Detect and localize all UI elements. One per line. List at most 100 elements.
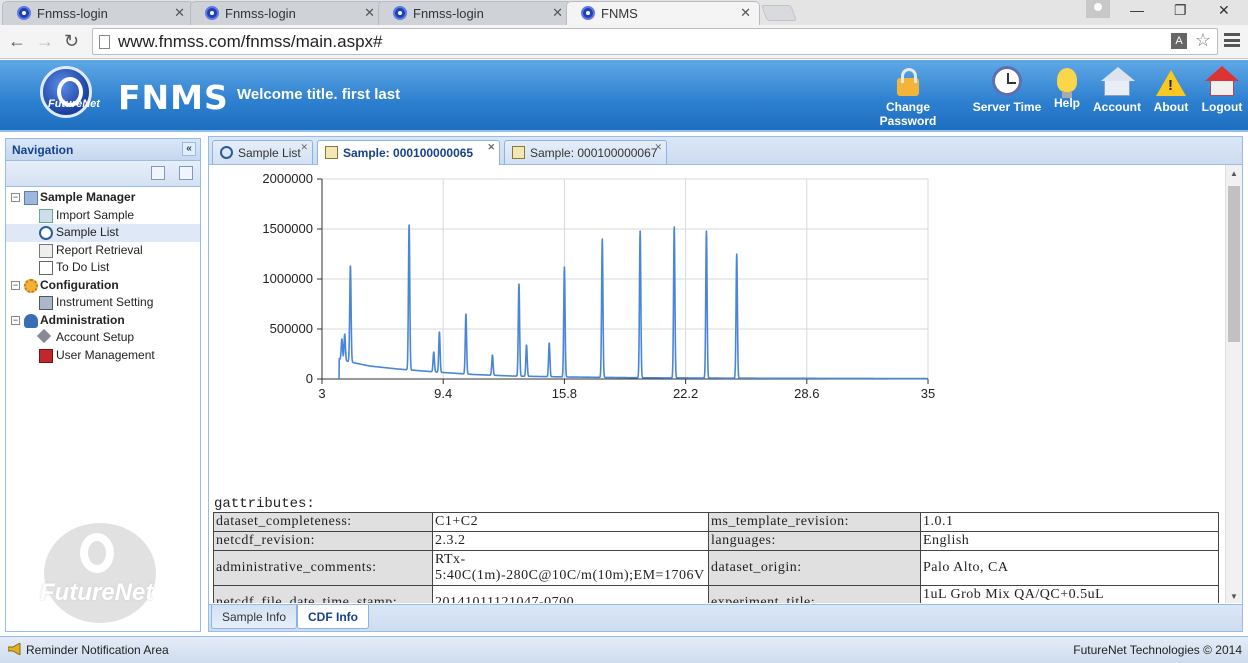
- expand-all-icon[interactable]: [151, 166, 165, 180]
- clock-icon: [220, 146, 233, 159]
- account-button[interactable]: Account: [1092, 66, 1142, 114]
- fnms-favicon-icon: [17, 6, 31, 20]
- attribute-value: English: [920, 531, 1219, 551]
- forward-icon[interactable]: →: [36, 31, 54, 52]
- url-input[interactable]: www.fnmss.com/fnmss/main.aspx# A ☆: [92, 28, 1218, 55]
- chromatogram-peak-point: [491, 354, 494, 356]
- browser-tab-2[interactable]: Fnmss-login ✕: [190, 1, 384, 25]
- browser-tab-1[interactable]: Fnmss-login ✕: [2, 1, 194, 25]
- chromatogram-peak-point: [525, 344, 528, 346]
- attribute-row: netcdf_revision: 2.3.2 languages: English: [213, 531, 1219, 551]
- close-tab-icon[interactable]: ✕: [654, 142, 662, 153]
- close-tab-icon[interactable]: ✕: [300, 142, 308, 153]
- fnms-favicon-icon: [205, 6, 219, 20]
- collapse-node-icon[interactable]: −: [11, 280, 20, 290]
- new-tab-button[interactable]: [761, 5, 797, 21]
- collapse-node-icon[interactable]: −: [11, 315, 20, 325]
- close-tab-icon[interactable]: ✕: [487, 142, 495, 153]
- futurenet-watermark-logo: FutureNet: [36, 519, 176, 629]
- cdf-info-body: 3 9.4 15.8 22.2 28.6 35 0 500000 1000000 1500000 2…: [209, 165, 1242, 603]
- chromatogram-peak-point: [518, 283, 520, 285]
- chromatogram-peak-point: [465, 313, 467, 315]
- report-icon: [39, 243, 53, 258]
- chromatogram-peak-point: [735, 253, 738, 255]
- logout-button[interactable]: Logout: [1199, 66, 1245, 114]
- navigation-header: Navigation «: [6, 139, 200, 161]
- cdf-attributes-table: dataset_completeness: C1+C2 ms_template_re…: [213, 512, 1219, 603]
- address-bar-row: ← → ↻ www.fnmss.com/fnmss/main.aspx# A ☆: [0, 25, 1248, 59]
- help-button[interactable]: Help: [1051, 66, 1083, 110]
- collapse-all-icon[interactable]: [179, 166, 193, 180]
- folder-icon: [24, 191, 38, 205]
- chromatogram-peak-point: [673, 226, 676, 228]
- app-header: FutureNet FNMS Welcome title. first last…: [0, 60, 1248, 132]
- tree-item-label: User Management: [56, 347, 155, 362]
- change-password-button[interactable]: Change Password: [857, 66, 959, 128]
- user-icon: [24, 313, 38, 328]
- content-scrollbar[interactable]: ▲ ▼: [1225, 165, 1242, 603]
- close-tab-icon[interactable]: ✕: [740, 5, 751, 21]
- bottom-tab-bar: Sample Info CDF Info: [209, 604, 1242, 631]
- y-tick-label: 1000000: [262, 271, 313, 286]
- server-time-button[interactable]: Server Time: [971, 66, 1043, 114]
- x-tick-label: 35: [921, 386, 935, 401]
- x-tick-label: 15.8: [552, 386, 577, 401]
- y-tick-label: 2000000: [262, 171, 313, 186]
- browser-tab-title: Fnmss-login: [225, 6, 296, 21]
- y-tick-label: 1500000: [262, 221, 313, 236]
- minimize-icon[interactable]: —: [1130, 2, 1144, 18]
- scroll-up-icon[interactable]: ▲: [1230, 169, 1238, 178]
- server-time-label: Server Time: [972, 100, 1042, 114]
- tree-item-report-retrieval[interactable]: Report Retrieval: [6, 242, 200, 260]
- chromatogram-peak-point: [639, 230, 641, 232]
- tree-node-configuration[interactable]: − Configuration: [6, 277, 200, 295]
- welcome-message: Welcome title. first last: [237, 86, 401, 103]
- browser-menu-icon[interactable]: [1224, 33, 1240, 47]
- close-tab-icon[interactable]: ✕: [364, 5, 375, 21]
- tree-item-instrument-setting[interactable]: Instrument Setting: [6, 294, 200, 312]
- tab-sample-info[interactable]: Sample Info: [211, 605, 298, 629]
- tree-item-to-do-list[interactable]: To Do List: [6, 259, 200, 277]
- tab-sample-000100000067[interactable]: Sample: 000100000067 ✕: [504, 140, 667, 164]
- scroll-down-icon[interactable]: ▼: [1230, 592, 1238, 601]
- bookmark-star-icon[interactable]: ☆: [1195, 30, 1211, 51]
- logo-text: FutureNet: [48, 98, 100, 110]
- help-label: Help: [1053, 96, 1080, 110]
- chromatogram-peak-point: [705, 230, 708, 232]
- tree-node-sample-manager[interactable]: − Sample Manager: [6, 189, 200, 207]
- attribute-value: Palo Alto, CA: [920, 550, 1219, 586]
- attribute-key: dataset_completeness:: [213, 512, 433, 532]
- lock-icon: [897, 68, 919, 96]
- tree-item-user-management[interactable]: User Management: [6, 347, 200, 365]
- about-button[interactable]: About: [1152, 66, 1190, 114]
- tab-sample-list[interactable]: Sample List ✕: [212, 140, 313, 164]
- instrument-icon: [39, 296, 53, 310]
- back-icon[interactable]: ←: [8, 31, 26, 52]
- browser-tab-3[interactable]: Fnmss-login ✕: [378, 1, 572, 25]
- collapse-node-icon[interactable]: −: [11, 193, 20, 202]
- tree-item-sample-list[interactable]: Sample List: [6, 224, 200, 242]
- translate-icon[interactable]: A: [1171, 33, 1187, 49]
- account-label: Account: [1093, 100, 1141, 114]
- tree-item-account-setup[interactable]: Account Setup: [6, 328, 200, 347]
- copyright-text: FutureNet Technologies © 2014: [1073, 643, 1242, 657]
- scrollbar-thumb[interactable]: [1228, 186, 1240, 342]
- x-tick-label: 22.2: [673, 386, 698, 401]
- close-window-icon[interactable]: ✕: [1218, 2, 1230, 19]
- chromatogram-peak-point: [343, 333, 346, 335]
- tree-node-administration[interactable]: − Administration: [6, 312, 200, 330]
- reload-icon[interactable]: ↻: [64, 31, 79, 52]
- tab-cdf-info[interactable]: CDF Info: [297, 605, 369, 629]
- browser-user-icon[interactable]: [1086, 0, 1110, 18]
- tree-item-label: Instrument Setting: [56, 295, 154, 309]
- browser-tab-4[interactable]: FNMS ✕: [566, 1, 760, 25]
- tree-item-import-sample[interactable]: Import Sample: [6, 207, 200, 225]
- tab-sample-000100000065[interactable]: Sample: 000100000065 ✕: [317, 140, 500, 165]
- tree-node-label: Sample Manager: [40, 190, 136, 204]
- close-tab-icon[interactable]: ✕: [552, 5, 563, 21]
- browser-tab-title: Fnmss-login: [413, 6, 484, 21]
- close-tab-icon[interactable]: ✕: [174, 5, 185, 21]
- restore-icon[interactable]: ❐: [1174, 2, 1187, 19]
- collapse-panel-icon[interactable]: «: [182, 142, 196, 156]
- y-tick-label: 0: [306, 371, 313, 386]
